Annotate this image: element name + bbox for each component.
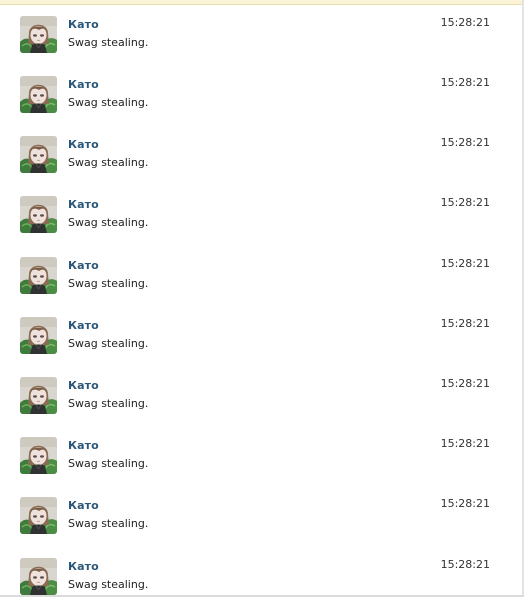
message-timestamp: 15:28:21 — [440, 196, 490, 209]
message-timestamp: 15:28:21 — [440, 558, 490, 571]
message-timestamp: 15:28:21 — [440, 497, 490, 510]
message-text: Swag stealing. — [68, 277, 149, 290]
message-text: Swag stealing. — [68, 156, 149, 169]
message-author-link[interactable]: Като — [68, 560, 99, 574]
message-timestamp: 15:28:21 — [440, 377, 490, 390]
chat-message: Като Swag stealing. 15:28:21 — [0, 76, 522, 136]
message-author-link[interactable]: Като — [68, 379, 99, 393]
chat-message: Като Swag stealing. 15:28:21 — [0, 196, 522, 256]
chat-message: Като Swag stealing. 15:28:21 — [0, 437, 522, 497]
avatar-icon[interactable] — [20, 136, 57, 173]
chat-message: Като Swag stealing. 15:28:21 — [0, 16, 522, 76]
message-author-link[interactable]: Като — [68, 439, 99, 453]
message-text: Swag stealing. — [68, 337, 149, 350]
avatar-icon[interactable] — [20, 497, 57, 534]
message-text: Swag stealing. — [68, 578, 149, 591]
message-timestamp: 15:28:21 — [440, 136, 490, 149]
message-timestamp: 15:28:21 — [440, 437, 490, 450]
chat-message: Като Swag stealing. 15:28:21 — [0, 497, 522, 557]
message-text: Swag stealing. — [68, 517, 149, 530]
avatar-icon[interactable] — [20, 196, 57, 233]
message-text: Swag stealing. — [68, 397, 149, 410]
message-text: Swag stealing. — [68, 96, 149, 109]
chat-message: Като Swag stealing. 15:28:21 — [0, 558, 522, 595]
avatar-icon[interactable] — [20, 257, 57, 294]
avatar-icon[interactable] — [20, 317, 57, 354]
message-text: Swag stealing. — [68, 36, 149, 49]
chat-message-list[interactable]: Като Swag stealing. 15:28:21 Като Swag stea… — [0, 0, 522, 595]
chat-message: Като Swag stealing. 15:28:21 — [0, 136, 522, 196]
message-timestamp: 15:28:21 — [440, 16, 490, 29]
message-author-link[interactable]: Като — [68, 319, 99, 333]
message-timestamp: 15:28:21 — [440, 317, 490, 330]
message-author-link[interactable]: Като — [68, 18, 99, 32]
avatar-icon[interactable] — [20, 76, 57, 113]
avatar-icon[interactable] — [20, 377, 57, 414]
avatar-icon[interactable] — [20, 16, 57, 53]
message-author-link[interactable]: Като — [68, 198, 99, 212]
message-text: Swag stealing. — [68, 457, 149, 470]
message-author-link[interactable]: Като — [68, 499, 99, 513]
message-text: Swag stealing. — [68, 216, 149, 229]
message-author-link[interactable]: Като — [68, 78, 99, 92]
message-timestamp: 15:28:21 — [440, 257, 490, 270]
message-author-link[interactable]: Като — [68, 138, 99, 152]
chat-message: Като Swag stealing. 15:28:21 — [0, 377, 522, 437]
message-timestamp: 15:28:21 — [440, 76, 490, 89]
message-author-link[interactable]: Като — [68, 259, 99, 273]
chat-message: Като Swag stealing. 15:28:21 — [0, 257, 522, 317]
chat-message: Като Swag stealing. 15:28:21 — [0, 317, 522, 377]
avatar-icon[interactable] — [20, 437, 57, 474]
avatar-icon[interactable] — [20, 558, 57, 595]
